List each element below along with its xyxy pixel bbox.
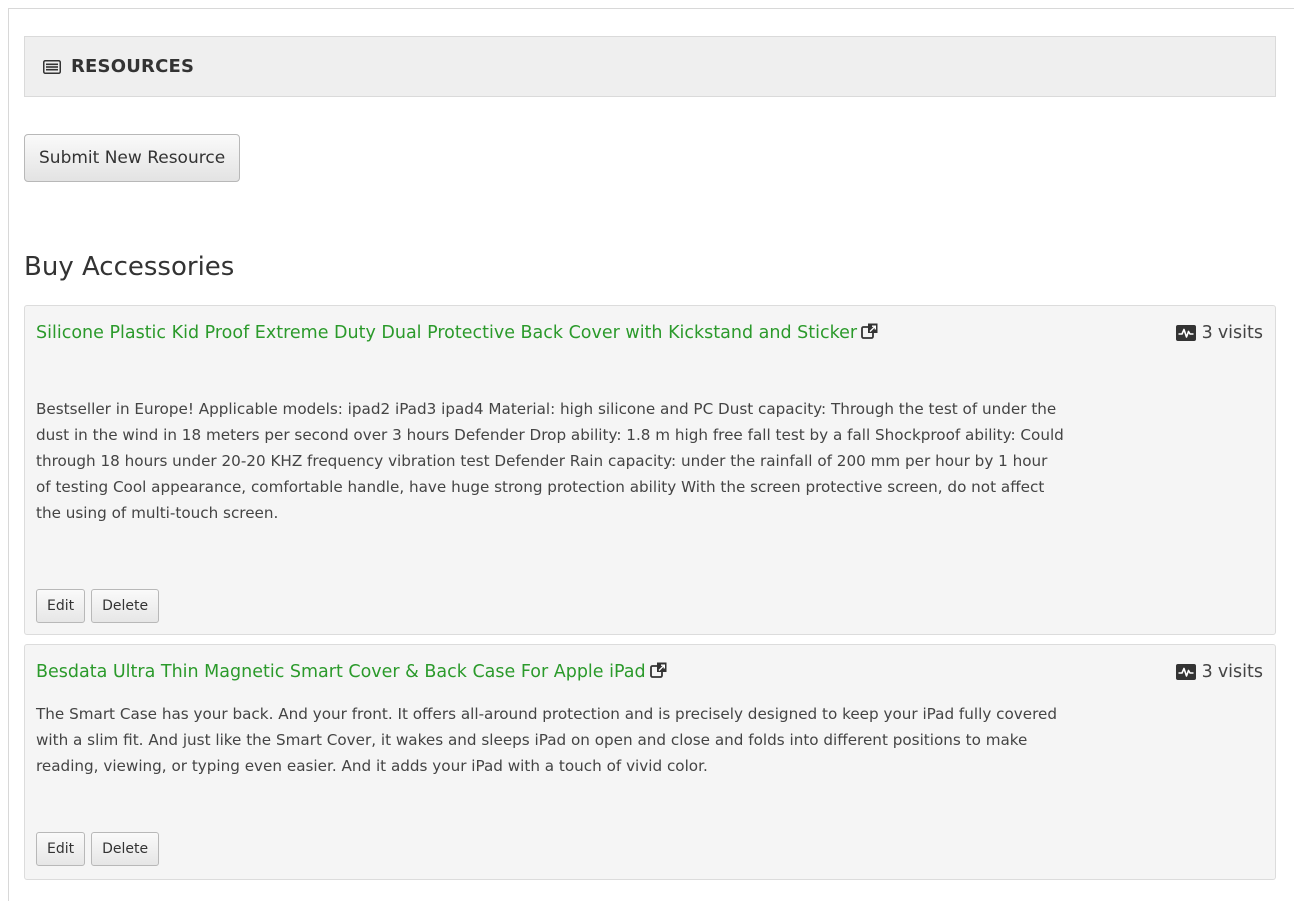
visits-counter: 3 visits [1175,659,1263,685]
activity-icon [1175,664,1196,680]
activity-icon [1175,325,1196,341]
edit-button[interactable]: Edit [36,832,86,866]
submit-new-resource-button[interactable]: Submit New Resource [24,134,241,182]
resource-card: Silicone Plastic Kid Proof Extreme Duty … [24,305,1276,635]
list-icon [41,59,63,75]
resource-title-link[interactable]: Silicone Plastic Kid Proof Extreme Duty … [36,320,1066,348]
edit-button[interactable]: Edit [36,589,86,623]
visits-label: visits [1217,323,1263,343]
resource-actions: Edit Delete [36,832,160,866]
visits-count: 3 [1201,323,1213,343]
resource-description: The Smart Case has your back. And your f… [36,705,1058,775]
resource-title-text: Besdata Ultra Thin Magnetic Smart Cover … [36,662,646,682]
delete-button[interactable]: Delete [91,589,160,623]
delete-button[interactable]: Delete [91,832,160,866]
resource-card: Besdata Ultra Thin Magnetic Smart Cover … [24,644,1276,880]
external-link-icon [649,661,667,687]
resource-title-text: Silicone Plastic Kid Proof Extreme Duty … [36,323,858,343]
resources-section-header: RESOURCES [24,36,1276,97]
visits-label: visits [1217,662,1263,682]
section-title: RESOURCES [71,56,195,77]
resource-title-link[interactable]: Besdata Ultra Thin Magnetic Smart Cover … [36,659,1066,687]
visits-counter: 3 visits [1175,320,1263,346]
resource-actions: Edit Delete [36,589,160,623]
category-title: Buy Accessories [24,252,235,282]
resource-description: Bestseller in Europe! Applicable models:… [36,400,1064,522]
visits-count: 3 [1201,662,1213,682]
external-link-icon [861,322,878,348]
